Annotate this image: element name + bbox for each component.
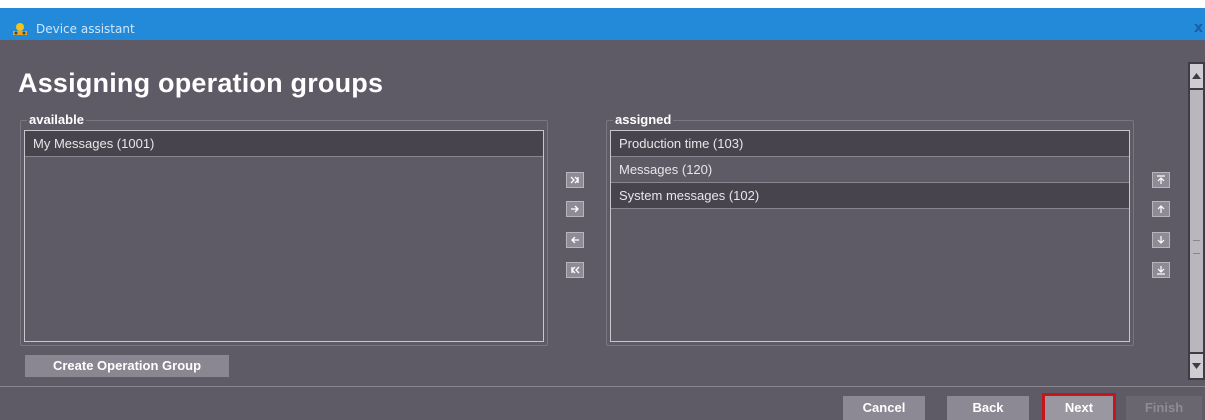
- create-operation-group-button[interactable]: Create Operation Group: [25, 355, 229, 377]
- move-left-icon: [571, 236, 579, 244]
- list-item[interactable]: Production time (103): [611, 131, 1129, 157]
- back-button[interactable]: Back: [947, 396, 1029, 420]
- move-all-right-button[interactable]: [566, 172, 584, 188]
- scroll-up-icon: [1192, 73, 1201, 79]
- list-item[interactable]: System messages (102): [611, 183, 1129, 209]
- move-down-button[interactable]: [1152, 232, 1170, 248]
- move-down-icon: [1157, 236, 1165, 244]
- assigned-label: assigned: [613, 112, 674, 128]
- scroll-down-icon: [1192, 363, 1201, 369]
- move-to-bottom-icon: [1157, 266, 1165, 275]
- move-left-button[interactable]: [566, 232, 584, 248]
- move-to-bottom-button[interactable]: [1152, 262, 1170, 278]
- move-right-icon: [571, 205, 579, 213]
- scroll-down-button[interactable]: [1190, 354, 1203, 378]
- scroll-up-button[interactable]: [1190, 64, 1203, 88]
- close-icon[interactable]: x: [1194, 20, 1203, 36]
- vertical-scrollbar[interactable]: [1188, 62, 1205, 380]
- cancel-button[interactable]: Cancel: [843, 396, 925, 420]
- move-to-top-button[interactable]: [1152, 172, 1170, 188]
- move-up-button[interactable]: [1152, 201, 1170, 217]
- finish-button[interactable]: Finish: [1126, 396, 1202, 420]
- move-all-left-button[interactable]: [566, 262, 584, 278]
- available-label: available: [27, 112, 86, 128]
- window-title: Device assistant: [36, 22, 135, 36]
- move-to-top-icon: [1157, 175, 1165, 184]
- available-list[interactable]: My Messages (1001): [24, 130, 544, 342]
- move-right-button[interactable]: [566, 201, 584, 217]
- title-bar: Device assistant x: [0, 0, 1205, 40]
- next-button[interactable]: Next: [1042, 393, 1116, 420]
- page-title: Assigning operation groups: [18, 68, 384, 98]
- move-up-icon: [1157, 205, 1165, 213]
- scroll-thumb[interactable]: [1190, 90, 1203, 352]
- move-all-left-icon: [571, 266, 580, 274]
- device-assistant-icon: [13, 23, 27, 35]
- move-all-right-icon: [570, 176, 579, 184]
- assigned-list[interactable]: Production time (103) Messages (120) Sys…: [610, 130, 1130, 342]
- footer-divider: [0, 386, 1205, 387]
- scroll-grip-icon: [1193, 240, 1200, 254]
- list-item[interactable]: My Messages (1001): [25, 131, 543, 157]
- list-item[interactable]: Messages (120): [611, 157, 1129, 183]
